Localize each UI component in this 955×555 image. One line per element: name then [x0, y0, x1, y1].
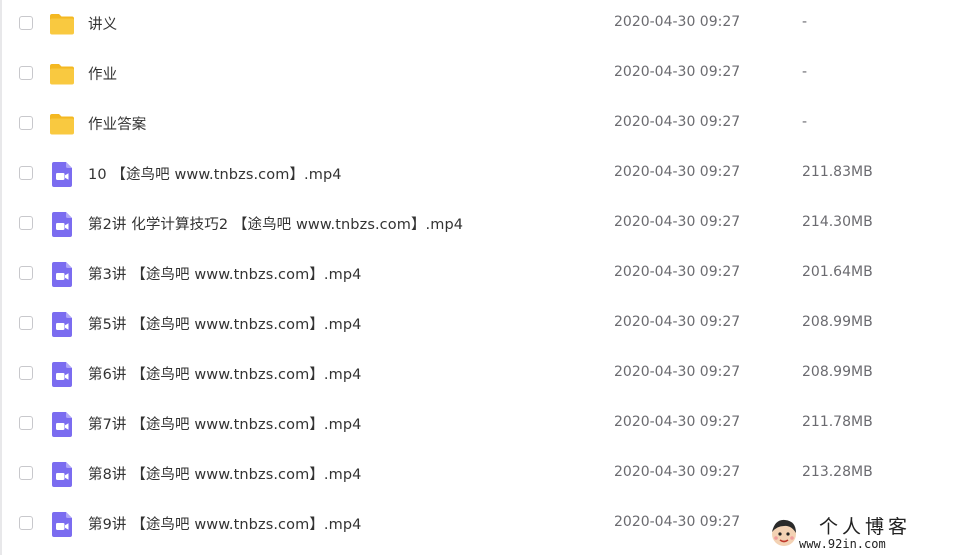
file-row[interactable]: 作业答案 2020-04-30 09:27 - — [2, 100, 955, 150]
watermark-url: www.92in.com — [799, 537, 886, 551]
folder-icon — [48, 60, 76, 88]
file-size: 208.99MB — [802, 364, 873, 380]
file-name[interactable]: 第9讲 【途鸟吧 www.tnbzs.com】.mp4 — [88, 513, 361, 534]
file-row[interactable]: 作业 2020-04-30 09:27 - — [2, 50, 955, 100]
row-checkbox[interactable] — [19, 316, 33, 330]
file-date: 2020-04-30 09:27 — [614, 214, 741, 230]
file-name[interactable]: 第3讲 【途鸟吧 www.tnbzs.com】.mp4 — [88, 263, 361, 284]
row-checkbox[interactable] — [19, 16, 33, 30]
row-checkbox[interactable] — [19, 366, 33, 380]
row-checkbox[interactable] — [19, 516, 33, 530]
video-file-icon — [48, 260, 76, 288]
file-date: 2020-04-30 09:27 — [614, 14, 741, 30]
file-row[interactable]: 第5讲 【途鸟吧 www.tnbzs.com】.mp4 2020-04-30 09… — [2, 300, 955, 350]
file-size: - — [802, 114, 808, 130]
file-size: 213.28MB — [802, 464, 873, 480]
file-name[interactable]: 第5讲 【途鸟吧 www.tnbzs.com】.mp4 — [88, 313, 361, 334]
video-file-icon — [48, 210, 76, 238]
file-list: 讲义 2020-04-30 09:27- 作业 2020-04-30 09:27- 作业… — [2, 0, 955, 550]
row-checkbox[interactable] — [19, 66, 33, 80]
file-size: 211.78MB — [802, 414, 873, 430]
file-row[interactable]: 讲义 2020-04-30 09:27 - — [2, 0, 955, 50]
file-row[interactable]: 10 【途鸟吧 www.tnbzs.com】.mp4 2020-04-30 09:… — [2, 150, 955, 200]
file-name[interactable]: 第6讲 【途鸟吧 www.tnbzs.com】.mp4 — [88, 363, 361, 384]
file-size: - — [802, 64, 808, 80]
file-size: 201.64MB — [802, 264, 873, 280]
file-size: 208.99MB — [802, 314, 873, 330]
file-name[interactable]: 讲义 — [88, 13, 117, 34]
row-checkbox[interactable] — [19, 416, 33, 430]
file-date: 2020-04-30 09:27 — [614, 364, 741, 380]
row-checkbox[interactable] — [19, 216, 33, 230]
video-file-icon — [48, 460, 76, 488]
file-date: 2020-04-30 09:27 — [614, 114, 741, 130]
file-date: 2020-04-30 09:27 — [614, 164, 741, 180]
file-row[interactable]: 第7讲 【途鸟吧 www.tnbzs.com】.mp4 2020-04-30 09… — [2, 400, 955, 450]
watermark-title: 个人博客 — [819, 516, 912, 538]
video-file-icon — [48, 360, 76, 388]
video-file-icon — [48, 160, 76, 188]
video-file-icon — [48, 310, 76, 338]
watermark: 个人博客 www.92in.com — [759, 511, 955, 555]
folder-icon — [48, 110, 76, 138]
row-checkbox[interactable] — [19, 466, 33, 480]
folder-icon — [48, 10, 76, 38]
avatar-icon — [772, 519, 796, 546]
file-row[interactable]: 第3讲 【途鸟吧 www.tnbzs.com】.mp4 2020-04-30 09… — [2, 250, 955, 300]
file-row[interactable]: 第6讲 【途鸟吧 www.tnbzs.com】.mp4 2020-04-30 09… — [2, 350, 955, 400]
file-name[interactable]: 10 【途鸟吧 www.tnbzs.com】.mp4 — [88, 163, 342, 184]
file-size: 211.83MB — [802, 164, 873, 180]
file-date: 2020-04-30 09:27 — [614, 414, 741, 430]
file-browser: 讲义 2020-04-30 09:27- 作业 2020-04-30 09:27- 作业… — [0, 0, 955, 555]
file-row[interactable]: 第2讲 化学计算技巧2 【途鸟吧 www.tnbzs.com】.mp4 2020-… — [2, 200, 955, 250]
row-checkbox[interactable] — [19, 166, 33, 180]
file-date: 2020-04-30 09:27 — [614, 314, 741, 330]
file-size: - — [802, 14, 808, 30]
file-date: 2020-04-30 09:27 — [614, 514, 741, 530]
row-checkbox[interactable] — [19, 116, 33, 130]
file-date: 2020-04-30 09:27 — [614, 64, 741, 80]
video-file-icon — [48, 510, 76, 538]
file-name[interactable]: 第7讲 【途鸟吧 www.tnbzs.com】.mp4 — [88, 413, 361, 434]
file-name[interactable]: 第8讲 【途鸟吧 www.tnbzs.com】.mp4 — [88, 463, 361, 484]
file-name[interactable]: 作业答案 — [88, 113, 146, 134]
row-checkbox[interactable] — [19, 266, 33, 280]
file-name[interactable]: 作业 — [88, 63, 117, 84]
file-row[interactable]: 第8讲 【途鸟吧 www.tnbzs.com】.mp4 2020-04-30 09… — [2, 450, 955, 500]
video-file-icon — [48, 410, 76, 438]
file-size: 214.30MB — [802, 214, 873, 230]
file-name[interactable]: 第2讲 化学计算技巧2 【途鸟吧 www.tnbzs.com】.mp4 — [88, 213, 463, 234]
file-date: 2020-04-30 09:27 — [614, 264, 741, 280]
file-date: 2020-04-30 09:27 — [614, 464, 741, 480]
